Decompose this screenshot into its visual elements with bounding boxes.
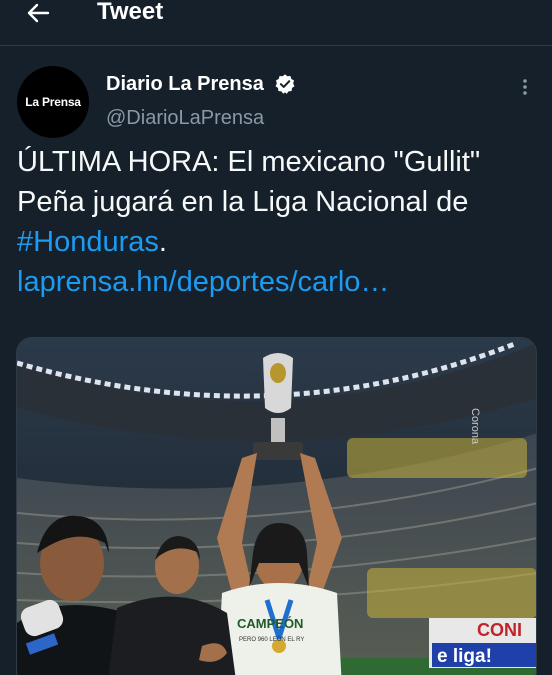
display-name[interactable]: Diario La Prensa <box>106 72 264 96</box>
page-title: Tweet <box>97 0 164 25</box>
stadium-sign: Corona <box>469 408 481 445</box>
tweet-url-link[interactable]: laprensa.hn/deportes/carlo… <box>17 266 389 298</box>
more-vertical-icon <box>523 79 527 95</box>
more-options-button[interactable] <box>516 76 534 98</box>
photo-illustration: Corona CONI e liga! CAMPEÓN PERO 960 LEÓ… <box>17 338 536 675</box>
tweet-text: ÚLTIMA HORA: El mexicano "Gullit" Peña j… <box>17 142 537 302</box>
avatar[interactable]: La Prensa <box>17 66 89 138</box>
tweet-text-body: ÚLTIMA HORA: El mexicano "Gullit" Peña j… <box>17 146 481 218</box>
arrow-left-icon <box>27 3 50 23</box>
top-bar: Tweet <box>0 0 552 46</box>
jersey-text-2: PERO 960 LEÓN EL RY <box>239 636 304 643</box>
avatar-logo-text: La Prensa <box>25 95 81 109</box>
hashtag-link[interactable]: #Honduras <box>17 226 159 258</box>
author-row: Diario La Prensa <box>106 72 296 96</box>
user-handle[interactable]: @DiarioLaPrensa <box>106 106 264 130</box>
billboard-text-1: CONI <box>477 620 522 640</box>
verified-badge-icon <box>275 74 295 94</box>
tweet-media-photo[interactable]: Corona CONI e liga! CAMPEÓN PERO 960 LEÓ… <box>16 337 537 675</box>
jersey-text-1: CAMPEÓN <box>237 616 303 631</box>
billboard-text-2: e liga! <box>437 646 492 667</box>
tweet-text-end: . <box>158 226 167 258</box>
back-button[interactable] <box>22 0 54 26</box>
